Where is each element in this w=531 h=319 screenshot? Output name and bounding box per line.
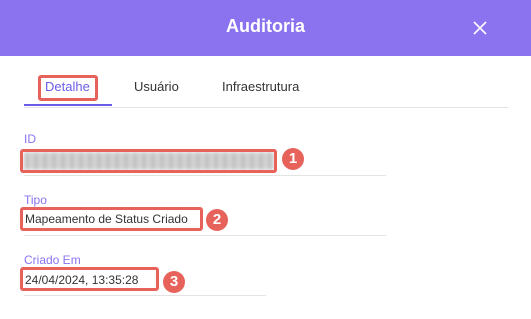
field-label-id: ID (24, 132, 36, 146)
field-value-tipo: Mapeamento de Status Criado (25, 212, 188, 226)
badge-1: 1 (282, 148, 304, 170)
modal-title: Auditoria (226, 16, 305, 36)
field-label-tipo: Tipo (24, 193, 47, 207)
id-value-redacted (24, 152, 274, 170)
tab-bar: Detalhe Usuário Infraestrutura (24, 74, 508, 108)
field-divider (24, 235, 386, 236)
close-icon[interactable] (469, 17, 491, 39)
tab-detalhe[interactable]: Detalhe (45, 79, 90, 94)
field-divider (24, 295, 266, 296)
badge-2: 2 (206, 209, 228, 231)
active-tab-indicator (24, 104, 112, 106)
modal-header: Auditoria (0, 0, 531, 56)
field-value-criado-em: 24/04/2024, 13:35:28 (25, 273, 139, 287)
badge-3: 3 (163, 271, 185, 293)
tab-infraestrutura[interactable]: Infraestrutura (222, 79, 299, 94)
tab-usuario[interactable]: Usuário (134, 79, 179, 94)
field-label-criado-em: Criado Em (24, 253, 81, 267)
field-divider (24, 175, 386, 176)
